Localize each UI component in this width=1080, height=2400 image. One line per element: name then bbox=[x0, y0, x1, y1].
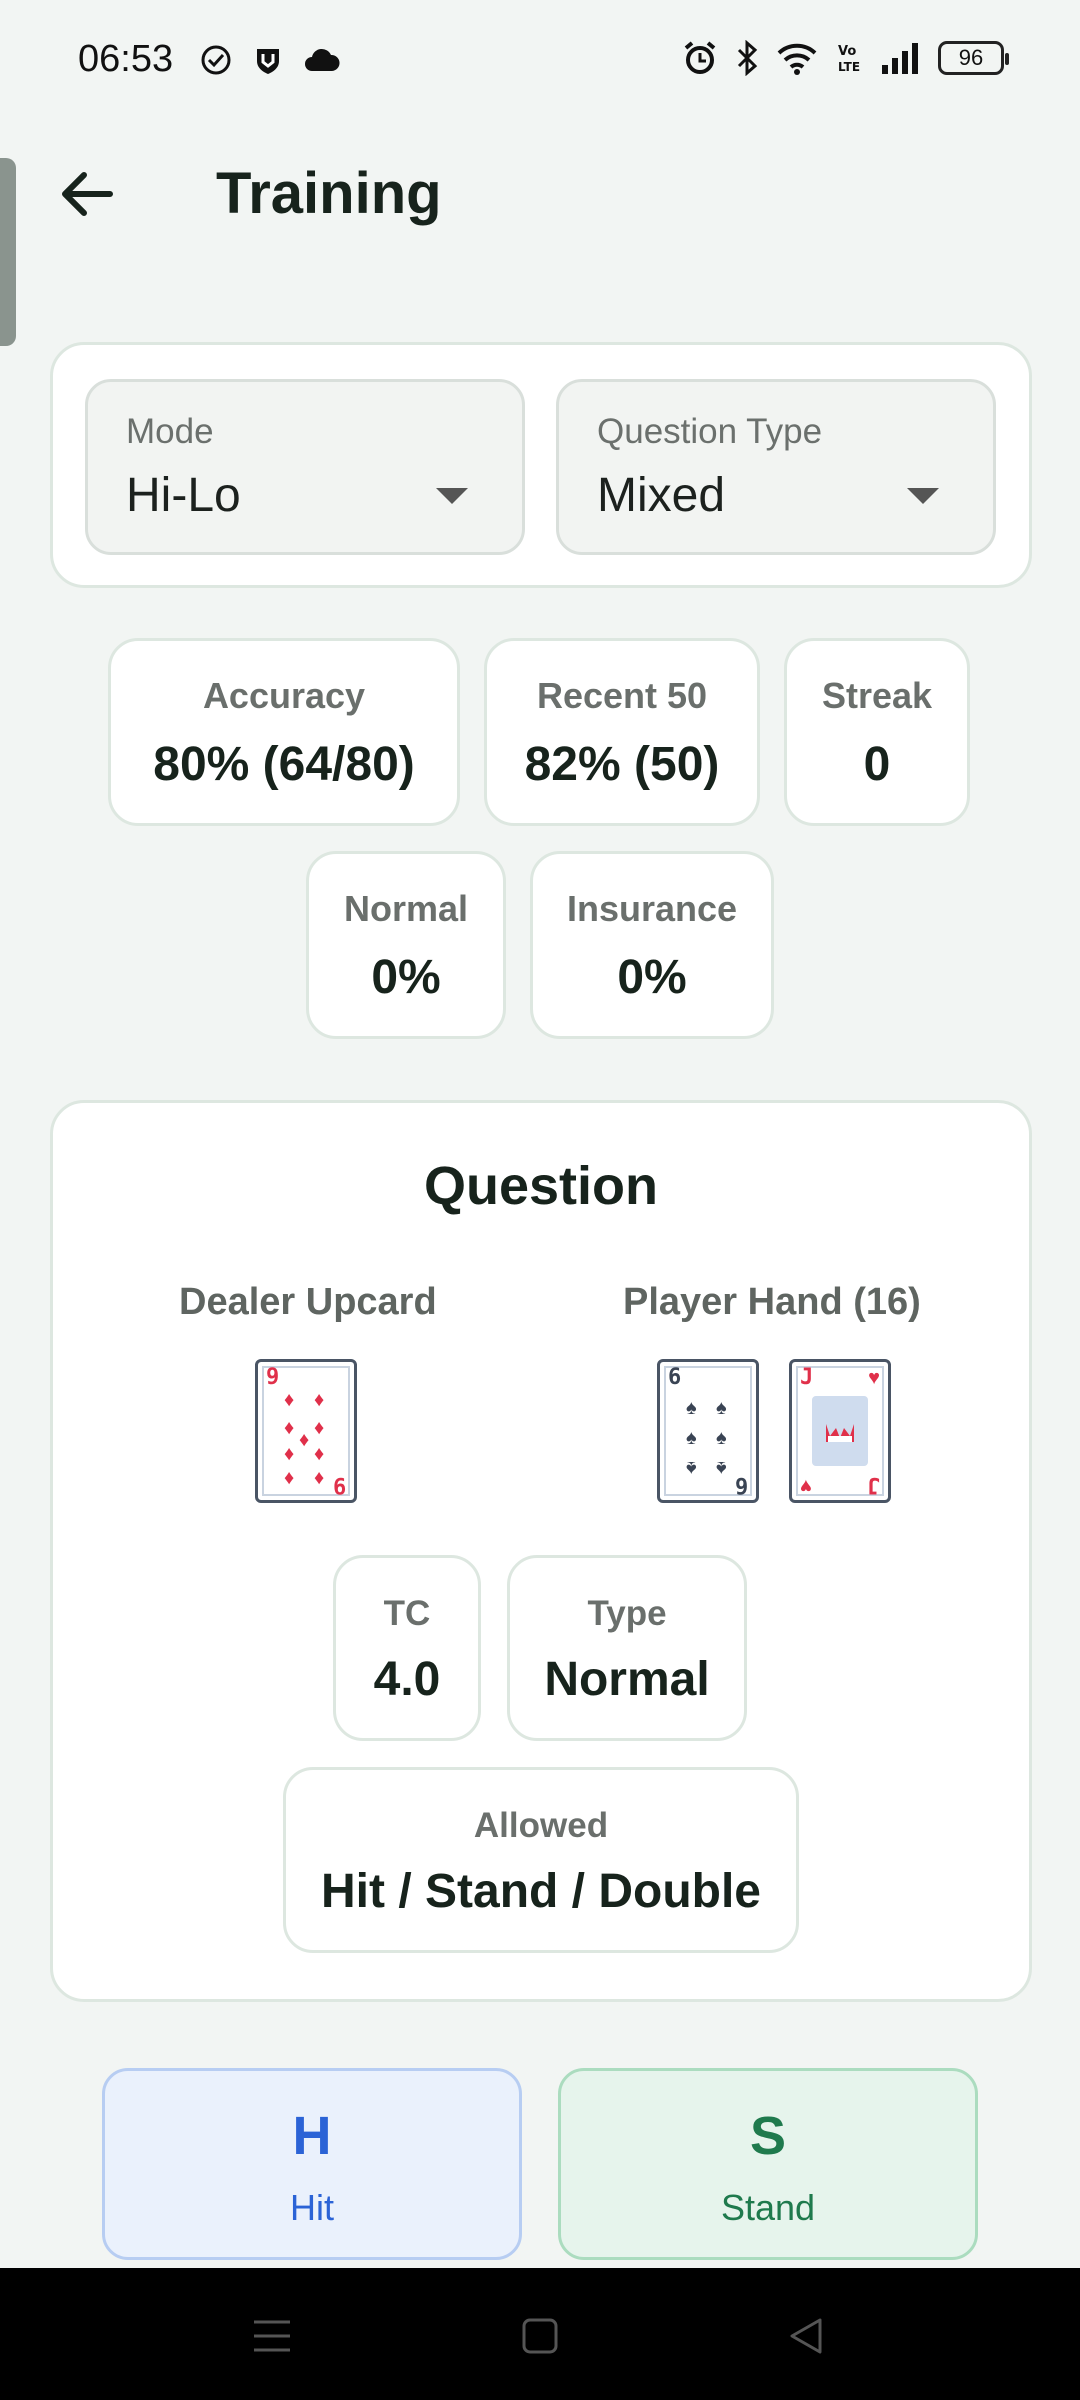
back-nav-icon[interactable] bbox=[784, 2314, 828, 2358]
question-card: Question Dealer Upcard Player Hand (16) … bbox=[50, 1100, 1032, 2002]
player-card-1: 6 ♠ ♠ ♠ ♠ ♠ ♠ 6 bbox=[657, 1359, 759, 1503]
question-title: Question bbox=[423, 1156, 658, 1216]
stand-button[interactable]: S Stand bbox=[558, 2068, 978, 2260]
stat-recent-value: 82% (50) bbox=[524, 738, 720, 791]
stat-insurance-value: 0% bbox=[617, 951, 687, 1004]
card-rank: 9 bbox=[266, 1365, 280, 1390]
bluetooth-icon bbox=[737, 40, 758, 76]
stat-accuracy: Accuracy 80% (64/80) bbox=[108, 638, 460, 826]
page-title: Training bbox=[216, 161, 442, 226]
stat-insurance: Insurance 0% bbox=[530, 851, 774, 1039]
stat-accuracy-label: Accuracy bbox=[202, 675, 366, 716]
stat-recent: Recent 50 82% (50) bbox=[484, 638, 760, 826]
signal-icon bbox=[882, 43, 918, 74]
true-count-value: 4.0 bbox=[373, 1653, 441, 1706]
stat-normal-label: Normal bbox=[343, 888, 469, 929]
diamond-icon: ♦ bbox=[284, 1467, 295, 1489]
question-type-dropdown[interactable]: Question Type Mixed bbox=[556, 379, 996, 555]
crown-icon bbox=[826, 1424, 854, 1442]
stat-streak-value: 0 bbox=[863, 738, 891, 791]
chevron-down-icon bbox=[907, 488, 939, 504]
alarm-icon bbox=[684, 41, 716, 74]
question-type-label: Question Type bbox=[597, 412, 823, 451]
wifi-icon bbox=[777, 43, 817, 75]
mode-value: Hi-Lo bbox=[126, 469, 241, 522]
spade-icon: ♠ bbox=[686, 1457, 697, 1479]
stat-recent-label: Recent 50 bbox=[536, 675, 708, 716]
dealer-upcard: 9 ♦ ♦ ♦ ♦ ♦ ♦ ♦ ♦ ♦ 9 bbox=[255, 1359, 357, 1503]
spade-icon: ♠ bbox=[716, 1397, 727, 1419]
system-icons: Vo LTE 96 bbox=[682, 40, 1009, 76]
check-circle-icon bbox=[201, 45, 231, 75]
diamond-icon: ♦ bbox=[284, 1443, 295, 1465]
allowed-actions-box: Allowed Hit / Stand / Double bbox=[283, 1767, 799, 1953]
player-hand-label: Player Hand (16) bbox=[623, 1281, 921, 1323]
card-rank: 6 bbox=[668, 1365, 682, 1390]
spade-icon: ♠ bbox=[686, 1427, 697, 1449]
player-card-2: J ♥ ♥ J bbox=[789, 1359, 891, 1503]
stat-streak-label: Streak bbox=[821, 675, 933, 716]
battery-indicator: 96 bbox=[938, 41, 1009, 75]
card-rank: J bbox=[866, 1472, 880, 1497]
side-drawer-handle[interactable] bbox=[0, 158, 16, 346]
diamond-icon: ♦ bbox=[284, 1417, 295, 1439]
true-count-box: TC 4.0 bbox=[333, 1555, 481, 1741]
svg-text:Vo: Vo bbox=[838, 44, 856, 59]
diamond-icon: ♦ bbox=[314, 1417, 325, 1439]
stat-normal-value: 0% bbox=[371, 951, 441, 1004]
system-nav-bar bbox=[0, 2268, 1080, 2400]
arrow-left-icon bbox=[62, 172, 113, 216]
cloud-icon bbox=[305, 48, 340, 71]
status-bar: 06:53 Vo LTE 96 bbox=[0, 0, 1080, 125]
notification-icons bbox=[200, 44, 340, 76]
svg-text:LTE: LTE bbox=[838, 60, 860, 74]
spade-icon: ♠ bbox=[686, 1397, 697, 1419]
card-rank: 9 bbox=[332, 1472, 346, 1497]
hit-button[interactable]: H Hit bbox=[102, 2068, 522, 2260]
dealer-upcard-label: Dealer Upcard bbox=[179, 1281, 437, 1323]
back-button[interactable] bbox=[50, 158, 122, 230]
card-pips: ♠ ♠ ♠ ♠ ♠ ♠ bbox=[682, 1384, 734, 1479]
card-pips: ♦ ♦ ♦ ♦ ♦ ♦ ♦ ♦ ♦ bbox=[280, 1384, 332, 1488]
hand-type-label: Type bbox=[587, 1594, 667, 1633]
hit-key: H bbox=[292, 2106, 332, 2166]
diamond-icon: ♦ bbox=[314, 1389, 325, 1411]
stat-normal: Normal 0% bbox=[306, 851, 506, 1039]
mode-dropdown[interactable]: Mode Hi-Lo bbox=[85, 379, 525, 555]
volte-icon: VoLTE bbox=[838, 44, 860, 74]
settings-card: Mode Hi-Lo Question Type Mixed bbox=[50, 342, 1032, 588]
allowed-actions-value: Hit / Stand / Double bbox=[321, 1865, 761, 1918]
hand-type-box: Type Normal bbox=[507, 1555, 747, 1741]
question-type-value: Mixed bbox=[597, 469, 726, 522]
heart-icon: ♥ bbox=[800, 1475, 812, 1497]
stat-accuracy-value: 80% (64/80) bbox=[153, 738, 415, 791]
stand-label: Stand bbox=[720, 2187, 816, 2228]
true-count-label: TC bbox=[383, 1594, 431, 1633]
diamond-icon: ♦ bbox=[299, 1429, 310, 1451]
spade-icon: ♠ bbox=[716, 1427, 727, 1449]
stand-key: S bbox=[749, 2106, 787, 2166]
hit-label: Hit bbox=[290, 2187, 334, 2228]
hand-type-value: Normal bbox=[544, 1653, 710, 1706]
home-icon[interactable] bbox=[518, 2314, 562, 2358]
diamond-icon: ♦ bbox=[314, 1467, 325, 1489]
spade-icon: ♠ bbox=[716, 1457, 727, 1479]
mode-label: Mode bbox=[126, 412, 214, 451]
stat-streak: Streak 0 bbox=[784, 638, 970, 826]
shield-icon bbox=[257, 49, 279, 74]
diamond-icon: ♦ bbox=[284, 1389, 295, 1411]
stat-insurance-label: Insurance bbox=[566, 888, 738, 929]
diamond-icon: ♦ bbox=[314, 1443, 325, 1465]
allowed-actions-label: Allowed bbox=[473, 1806, 609, 1845]
card-rank: 6 bbox=[734, 1472, 748, 1497]
chevron-down-icon bbox=[436, 488, 468, 504]
card-rank: J bbox=[800, 1365, 814, 1390]
status-time: 06:53 bbox=[78, 38, 174, 80]
heart-icon: ♥ bbox=[868, 1367, 880, 1389]
menu-icon[interactable] bbox=[250, 2314, 294, 2358]
face-card-art bbox=[812, 1396, 868, 1466]
